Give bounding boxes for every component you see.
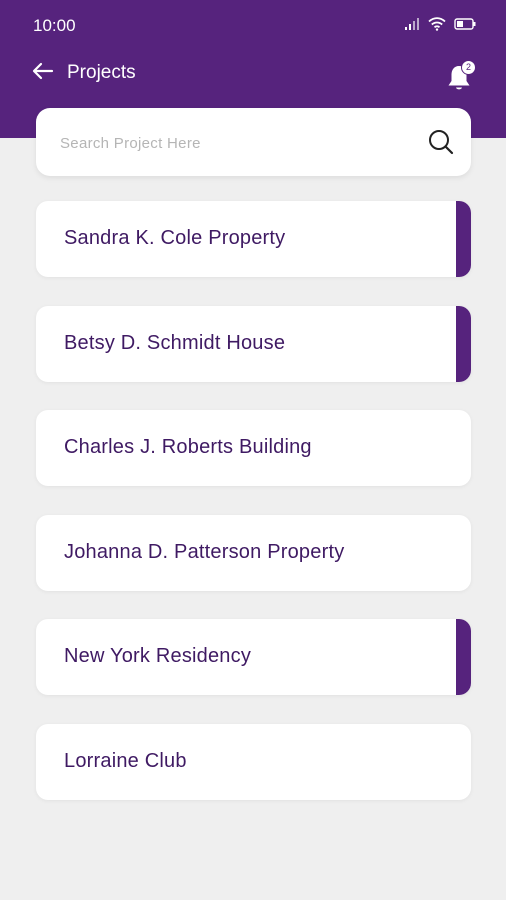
project-name: Charles J. Roberts Building [64, 436, 312, 459]
status-time: 10:00 [33, 16, 76, 35]
project-card[interactable]: Lorraine Club [36, 723, 471, 800]
project-card[interactable]: Betsy D. Schmidt House [36, 305, 471, 382]
project-name: Betsy D. Schmidt House [64, 331, 286, 354]
project-card[interactable]: Johanna D. Patterson Property [36, 514, 471, 591]
status-icons [404, 17, 476, 31]
back-button[interactable] [30, 60, 56, 86]
project-name: Johanna D. Patterson Property [64, 540, 345, 563]
project-list: Sandra K. Cole Property Betsy D. Schmidt… [36, 201, 471, 829]
page-title: Projects [67, 62, 136, 83]
arrow-left-icon [32, 62, 54, 85]
project-name: New York Residency [64, 645, 252, 668]
project-status-bar [456, 305, 471, 382]
toolbar: Projects 2 [0, 52, 506, 96]
search-button[interactable] [427, 128, 455, 156]
search-bar [36, 108, 471, 176]
project-card[interactable]: Sandra K. Cole Property [36, 201, 471, 277]
project-status-bar [456, 619, 471, 696]
status-bar: 10:00 [0, 0, 506, 52]
wifi-icon [428, 17, 446, 31]
signal-icon [404, 17, 420, 31]
project-name: Lorraine Club [64, 749, 187, 772]
search-icon [427, 130, 455, 160]
search-input[interactable] [58, 126, 402, 160]
project-name: Sandra K. Cole Property [64, 227, 286, 249]
project-status-bar [456, 201, 471, 277]
project-card[interactable]: New York Residency [36, 619, 471, 696]
notification-badge: 2 [461, 60, 476, 75]
project-card[interactable]: Charles J. Roberts Building [36, 410, 471, 487]
notifications-button[interactable]: 2 [446, 58, 476, 92]
battery-icon [454, 18, 476, 30]
